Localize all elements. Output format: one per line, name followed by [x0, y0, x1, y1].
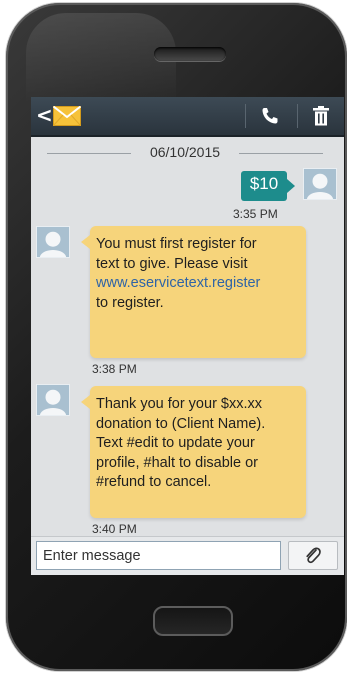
conversation-toolbar: <: [31, 97, 344, 137]
date-rule-left: [47, 153, 131, 154]
register-link[interactable]: www.eservicetext.register: [96, 274, 302, 294]
sent-message-text: $10: [249, 174, 279, 193]
envelope-icon[interactable]: [53, 106, 81, 126]
date-separator: 06/10/2015: [47, 144, 323, 161]
date-rule-right: [239, 153, 323, 154]
toolbar-divider: [245, 104, 246, 128]
sent-message-bubble[interactable]: $10: [241, 171, 295, 201]
message-line: to register.: [96, 294, 164, 311]
message-line: #refund to cancel.: [96, 474, 212, 490]
avatar: [36, 226, 70, 258]
person-icon: [39, 231, 67, 257]
paperclip-icon: [306, 547, 321, 564]
message-line: text to give. Please visit: [96, 255, 248, 272]
message-line: Text #edit to update your: [96, 435, 255, 451]
earpiece-speaker: [154, 47, 226, 61]
message-timestamp: 3:40 PM: [92, 522, 137, 536]
received-message-bubble[interactable]: Thank you for your $xx.xx donation to (C…: [81, 386, 306, 518]
message-composer: [31, 536, 344, 575]
received-message-bubble[interactable]: You must first register for text to give…: [81, 226, 306, 358]
avatar: [303, 168, 337, 200]
received-message-text: Thank you for your $xx.xx donation to (C…: [96, 395, 302, 493]
message-input[interactable]: [36, 541, 281, 570]
toolbar-divider: [297, 104, 298, 128]
avatar: [36, 384, 70, 416]
received-message-text: You must first register for text to give…: [96, 235, 302, 313]
phone-icon[interactable]: [260, 106, 280, 126]
trash-icon[interactable]: [312, 106, 330, 126]
message-timestamp: 3:35 PM: [233, 207, 278, 221]
message-timestamp: 3:38 PM: [92, 362, 137, 376]
attach-button[interactable]: [288, 541, 338, 570]
message-line: profile, #halt to disable or: [96, 454, 259, 471]
person-icon: [39, 389, 67, 415]
back-arrow-icon[interactable]: <: [36, 102, 53, 128]
phone-mockup: < 06/10/2015 $10 3:35 PM You must first …: [0, 0, 347, 674]
message-line: Thank you for your $xx.xx: [96, 396, 263, 412]
message-line: donation to (Client Name).: [96, 415, 266, 432]
person-icon: [306, 173, 334, 199]
home-button[interactable]: [153, 606, 233, 636]
phone-screen: < 06/10/2015 $10 3:35 PM You must first …: [31, 97, 344, 575]
conversation-date: 06/10/2015: [149, 144, 221, 160]
message-line: You must first register for: [96, 236, 257, 252]
phone-reflection: [26, 13, 176, 103]
